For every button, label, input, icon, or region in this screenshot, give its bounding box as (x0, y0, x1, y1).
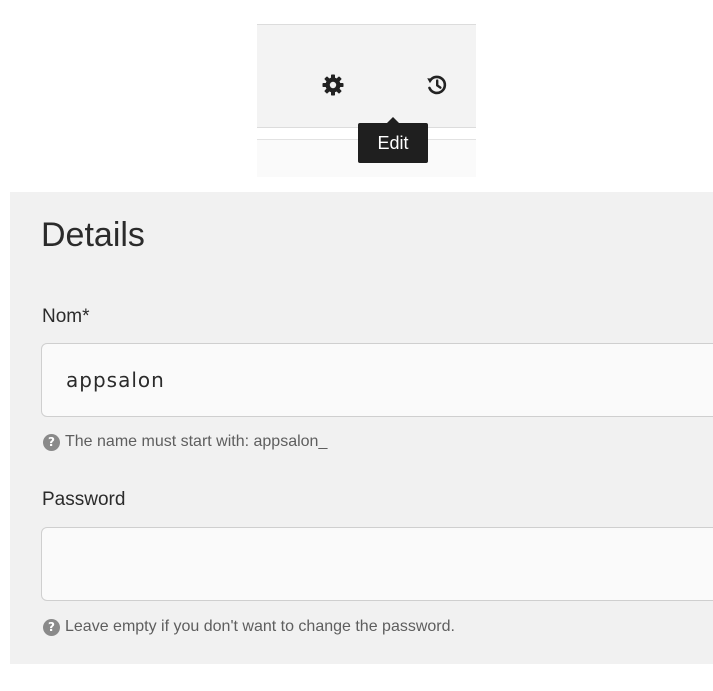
gear-icon (321, 73, 345, 97)
name-help-text: The name must start with: appsalon_ (65, 433, 328, 450)
history-button[interactable] (423, 71, 451, 99)
password-help-text: Leave empty if you don't want to change … (65, 618, 455, 635)
toolbar-crop: Edit (257, 9, 476, 177)
settings-button[interactable] (319, 71, 347, 99)
help-icon: ? (43, 433, 60, 451)
help-icon: ? (43, 618, 60, 636)
toolbar (257, 24, 476, 128)
password-input[interactable] (41, 527, 713, 601)
name-label: Nom* (42, 306, 90, 327)
history-icon (425, 73, 449, 97)
name-help: ? The name must start with: appsalon_ (43, 433, 327, 451)
password-label: Password (42, 489, 126, 510)
details-panel: Details Nom* ? The name must start with:… (10, 192, 713, 664)
edit-tooltip: Edit (358, 123, 428, 163)
screenshot-stage: Edit Details Nom* ? The name must start … (0, 0, 713, 691)
page-title: Details (41, 216, 145, 254)
password-help: ? Leave empty if you don't want to chang… (43, 618, 455, 636)
name-input[interactable] (41, 343, 713, 417)
